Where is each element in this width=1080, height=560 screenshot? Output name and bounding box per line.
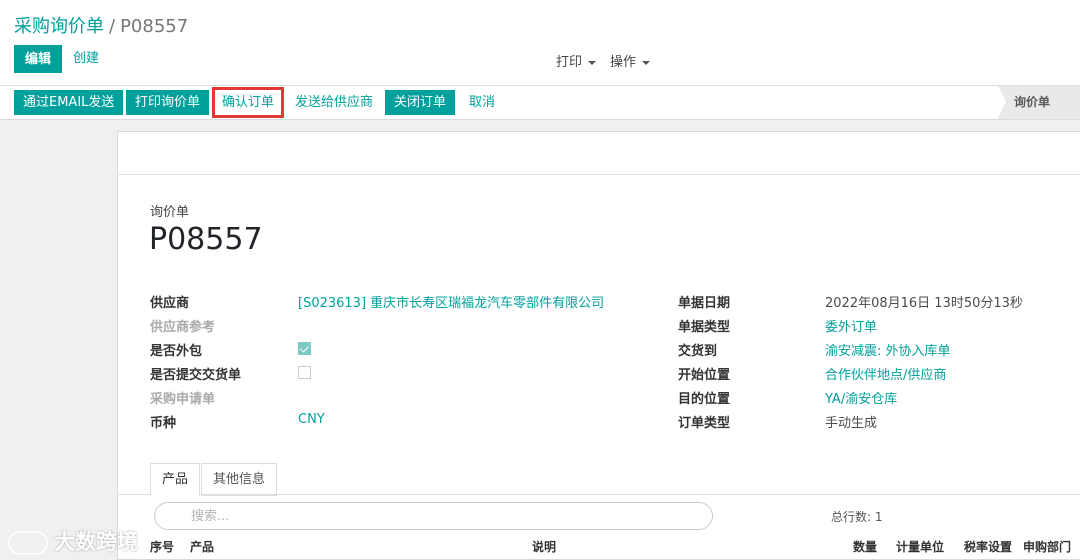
- watermark-logo-icon: [8, 531, 48, 555]
- vendor-reference-label: 供应商参考: [150, 320, 216, 335]
- print-dropdown[interactable]: 打印: [556, 51, 597, 70]
- send-to-vendor-button[interactable]: 发送给供应商: [286, 90, 382, 115]
- column-header-department[interactable]: 申购部门: [1023, 538, 1071, 555]
- create-button[interactable]: 创建: [66, 45, 106, 73]
- column-header-product[interactable]: 产品: [190, 538, 214, 555]
- destination-location-label: 目的位置: [678, 392, 731, 407]
- document-number: P08557: [149, 222, 263, 257]
- send-email-button[interactable]: 通过EMAIL发送: [14, 90, 124, 115]
- vendor-value[interactable]: [S023613] 重庆市长寿区瑞福龙汽车零部件有限公司: [298, 292, 604, 311]
- caret-down-icon: [642, 60, 651, 65]
- caret-down-icon: [588, 60, 597, 65]
- tab-other-info[interactable]: 其他信息: [201, 463, 278, 496]
- action-dropdown-label: 操作: [610, 55, 637, 70]
- destination-location-value[interactable]: YA/渝安仓库: [825, 388, 897, 407]
- tab-products[interactable]: 产品: [150, 463, 201, 496]
- column-header-description[interactable]: 说明: [532, 538, 556, 555]
- lines-search[interactable]: [154, 502, 713, 530]
- print-rfq-button[interactable]: 打印询价单: [126, 90, 210, 115]
- order-type-value: 手动生成: [825, 416, 878, 431]
- outsourced-label: 是否外包: [150, 344, 203, 359]
- control-panel: 采购询价单 / P08557 编辑 创建 打印 操作: [0, 0, 1080, 86]
- document-kind-value[interactable]: 委外订单: [825, 316, 877, 335]
- edit-button[interactable]: 编辑: [14, 45, 63, 73]
- confirm-order-button[interactable]: 确认订单: [212, 87, 285, 118]
- statusbar: 通过EMAIL发送 打印询价单 确认订单 发送给供应商 关闭订单 取消 询价单: [0, 86, 1080, 120]
- column-header-tax[interactable]: 税率设置: [964, 538, 1012, 555]
- print-dropdown-label: 打印: [556, 55, 583, 70]
- source-location-value[interactable]: 合作伙伴地点/供应商: [825, 364, 946, 383]
- deliver-to-label: 交货到: [678, 344, 718, 359]
- watermark: 大数跨境: [8, 526, 138, 556]
- breadcrumb-current: P08557: [120, 16, 189, 37]
- form-sheet: 询价单 P08557 供应商 [S023613] 重庆市长寿区瑞福龙汽车零部件有…: [117, 131, 1080, 560]
- column-header-uom[interactable]: 计量单位: [896, 538, 944, 555]
- lines-search-input[interactable]: [155, 503, 712, 529]
- order-type-label: 订单类型: [678, 416, 731, 431]
- outsourced-checkbox[interactable]: [298, 342, 311, 355]
- cancel-button[interactable]: 取消: [460, 90, 504, 115]
- submit-delivery-label: 是否提交交货单: [150, 368, 242, 383]
- vendor-label: 供应商: [150, 296, 190, 311]
- purchase-request-label: 采购申请单: [150, 392, 216, 407]
- sheet-header-bar: [118, 132, 1080, 175]
- watermark-text: 大数跨境: [54, 530, 138, 554]
- breadcrumb-parent-link[interactable]: 采购询价单: [14, 16, 104, 37]
- row-count: 总行数: 1: [831, 510, 883, 524]
- close-order-button[interactable]: 关闭订单: [385, 90, 456, 115]
- document-kind-label: 单据类型: [678, 320, 731, 335]
- breadcrumb: 采购询价单 / P08557: [14, 12, 188, 38]
- currency-label: 币种: [150, 416, 177, 431]
- deliver-to-value[interactable]: 渝安减震: 外协入库单: [825, 340, 951, 359]
- document-date-label: 单据日期: [678, 296, 731, 311]
- breadcrumb-separator: /: [109, 16, 116, 37]
- column-header-quantity[interactable]: 数量: [853, 538, 877, 555]
- action-dropdown[interactable]: 操作: [610, 51, 651, 70]
- document-type-label: 询价单: [150, 205, 190, 220]
- submit-delivery-checkbox[interactable]: [298, 366, 311, 379]
- document-date-value: 2022年08月16日 13时50分13秒: [825, 296, 1023, 311]
- source-location-label: 开始位置: [678, 368, 731, 383]
- currency-value[interactable]: CNY: [298, 412, 325, 427]
- column-header-seq[interactable]: 序号: [150, 538, 174, 555]
- status-stage[interactable]: 询价单: [998, 86, 1080, 119]
